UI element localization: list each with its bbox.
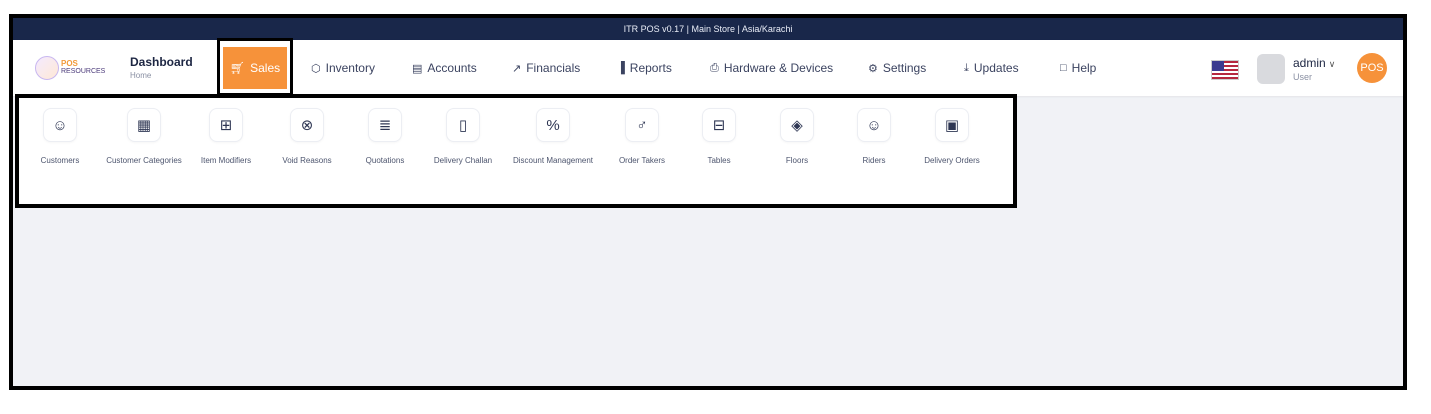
box-icon: ⬡ bbox=[311, 62, 321, 75]
logo[interactable]: POS RESOURCES bbox=[35, 53, 121, 83]
dashboard-link[interactable]: Dashboard Home bbox=[130, 55, 193, 80]
user-icon: ♂ bbox=[625, 108, 659, 142]
logo-badge bbox=[35, 56, 59, 80]
submenu-discount-management[interactable]: % Discount Management bbox=[508, 108, 598, 165]
language-flag-icon[interactable] bbox=[1211, 60, 1239, 80]
nav-help[interactable]: □ Help bbox=[1060, 40, 1096, 96]
nav-hardware-label: Hardware & Devices bbox=[723, 61, 834, 75]
logo-brand: POS bbox=[61, 59, 78, 68]
nav-sales-label: Sales bbox=[250, 61, 281, 75]
users-icon: ☺ bbox=[43, 108, 77, 142]
nav-financials[interactable]: ↗ Financials bbox=[512, 40, 580, 96]
document-icon: ≣ bbox=[368, 108, 402, 142]
chevron-down-icon: ∨ bbox=[1328, 59, 1336, 69]
app-frame: ITR POS v0.17 | Main Store | Asia/Karach… bbox=[9, 14, 1407, 390]
download-icon: ⤓ bbox=[964, 61, 969, 74]
user-name: admin bbox=[1293, 56, 1326, 70]
nav-reports-label: Reports bbox=[629, 61, 672, 75]
pos-badge[interactable]: POS bbox=[1357, 53, 1387, 83]
bar-chart-icon: ▐ bbox=[617, 62, 625, 74]
wallet-icon: ▤ bbox=[412, 62, 423, 75]
user-menu[interactable]: admin ∨ User bbox=[1293, 56, 1335, 82]
dashboard-subtitle: Home bbox=[130, 71, 152, 80]
layers-icon: ◈ bbox=[780, 108, 814, 142]
nav-help-label: Help bbox=[1071, 61, 1097, 75]
nav-inventory-label: Inventory bbox=[325, 61, 375, 75]
percent-icon: % bbox=[536, 108, 570, 142]
dashboard-title: Dashboard bbox=[130, 55, 193, 69]
user-role: User bbox=[1293, 72, 1313, 82]
logo-name: RESOURCES bbox=[61, 68, 106, 75]
nav-sales[interactable]: 🛒︎ Sales bbox=[223, 47, 287, 89]
nav-inventory[interactable]: ⬡ Inventory bbox=[311, 40, 375, 96]
submenu-delivery-orders[interactable]: ▣ Delivery Orders bbox=[907, 108, 997, 165]
nav-accounts-label: Accounts bbox=[427, 61, 477, 75]
submenu-quotations[interactable]: ≣ Quotations bbox=[340, 108, 430, 165]
nav-settings-label: Settings bbox=[882, 61, 927, 75]
nav-accounts[interactable]: ▤ Accounts bbox=[412, 40, 477, 96]
sales-submenu: ☺ Customers ▦ Customer Categories ⊞ Item… bbox=[15, 94, 1017, 208]
map-icon: ▦ bbox=[127, 108, 161, 142]
nav-settings[interactable]: ⚙ Settings bbox=[868, 40, 926, 96]
x-circle-icon: ⊗ bbox=[290, 108, 324, 142]
clipboard-icon: ▯ bbox=[446, 108, 480, 142]
top-status-bar: ITR POS v0.17 | Main Store | Asia/Karach… bbox=[13, 18, 1403, 40]
submenu-item-modifiers[interactable]: ⊞ Item Modifiers bbox=[181, 108, 271, 165]
nav-reports[interactable]: ▐ Reports bbox=[617, 40, 672, 96]
submenu-riders[interactable]: ☺ Riders bbox=[829, 108, 919, 165]
printer-icon: ⎙ bbox=[710, 61, 719, 74]
trend-icon: ↗ bbox=[512, 62, 522, 75]
sales-highlight: 🛒︎ Sales bbox=[217, 38, 293, 96]
submenu-tables[interactable]: ⊟ Tables bbox=[674, 108, 764, 165]
submenu-void-reasons[interactable]: ⊗ Void Reasons bbox=[262, 108, 352, 165]
truck-icon: ▣ bbox=[935, 108, 969, 142]
avatar[interactable] bbox=[1257, 54, 1285, 84]
users-icon: ☺ bbox=[857, 108, 891, 142]
plus-square-icon: ⊞ bbox=[209, 108, 243, 142]
cart-icon: 🛒︎ bbox=[229, 61, 246, 75]
gear-icon: ⚙ bbox=[868, 62, 878, 75]
nav-financials-label: Financials bbox=[526, 61, 581, 75]
submenu-delivery-challan[interactable]: ▯ Delivery Challan bbox=[418, 108, 508, 165]
table-icon: ⊟ bbox=[702, 108, 736, 142]
main-navbar: POS RESOURCES Dashboard Home 🛒︎ Sales ⬡ … bbox=[13, 38, 1403, 96]
version-store-timezone: ITR POS v0.17 | Main Store | Asia/Karach… bbox=[623, 24, 793, 34]
submenu-customers[interactable]: ☺ Customers bbox=[15, 108, 105, 165]
chat-icon: □ bbox=[1060, 62, 1067, 74]
nav-hardware[interactable]: ⎙ Hardware & Devices bbox=[710, 40, 833, 96]
submenu-customer-categories[interactable]: ▦ Customer Categories bbox=[99, 108, 189, 165]
nav-updates[interactable]: ⤓ Updates bbox=[964, 40, 1019, 96]
nav-updates-label: Updates bbox=[973, 61, 1019, 75]
